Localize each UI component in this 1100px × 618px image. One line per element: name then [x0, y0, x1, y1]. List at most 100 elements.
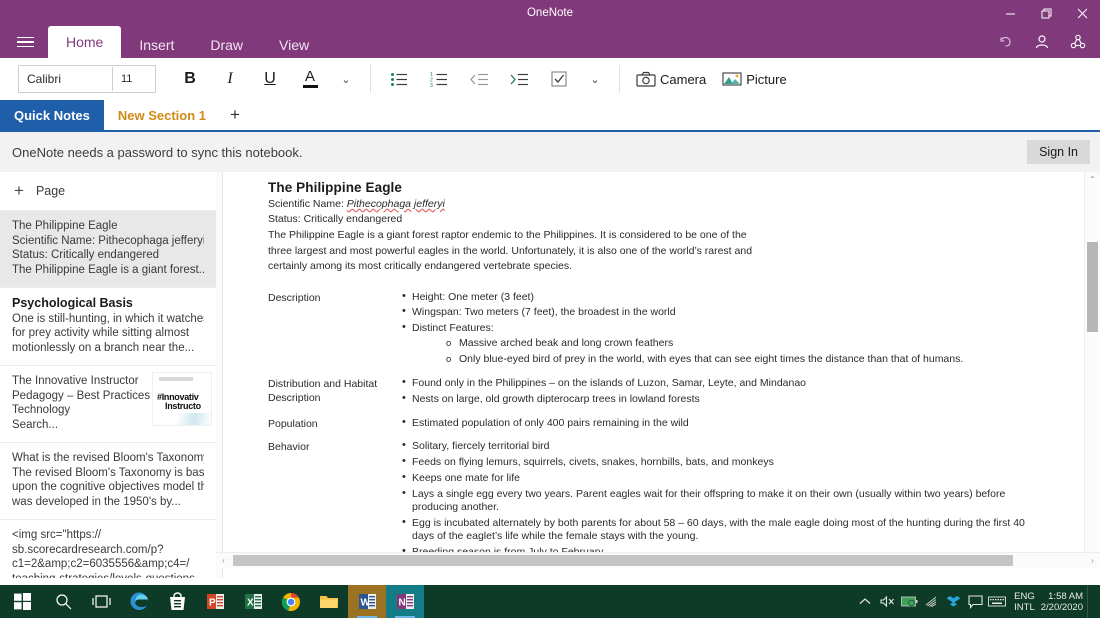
powerpoint-icon[interactable]: P [196, 585, 234, 618]
keyboard-icon[interactable] [986, 585, 1008, 618]
bullet-text: Found only in the Philippines – on the i… [412, 376, 807, 389]
toolbar-divider [370, 65, 371, 93]
page-preview-line: sb.scorecardresearch.com/p? [12, 543, 164, 556]
bullets-button[interactable] [379, 62, 419, 96]
task-view-icon[interactable] [82, 585, 120, 618]
sign-in-button[interactable]: Sign In [1027, 140, 1090, 164]
action-center-icon[interactable] [964, 585, 986, 618]
list-item[interactable]: Psychological Basis One is still-hunting… [0, 288, 216, 366]
horizontal-scroll-thumb[interactable] [233, 555, 1013, 566]
numbering-button[interactable]: 1 2 3 [419, 62, 459, 96]
bold-button[interactable]: B [170, 62, 210, 96]
ribbon-right-tools [988, 26, 1096, 58]
page-preview-line: for prey activity while sitting almost [12, 327, 190, 339]
section-content: Found only in the Philippines – on the i… [386, 376, 1048, 409]
note-canvas[interactable]: The Philippine Eagle Scientific Name: Pi… [223, 172, 1085, 568]
scroll-left-arrow-icon[interactable]: ‹ [216, 553, 231, 568]
todo-checkbox-button[interactable] [539, 62, 579, 96]
ribbon-tab-bar: Home Insert Draw View [0, 26, 1100, 58]
decrease-indent-button[interactable] [459, 62, 499, 96]
language-line-2: INTL [1014, 601, 1035, 613]
list-item[interactable]: <img src="https:// sb.scorecardresearch.… [0, 520, 216, 578]
section-tab-new-section-1[interactable]: New Section 1 [104, 100, 220, 130]
excel-icon[interactable]: X [234, 585, 272, 618]
list-item[interactable]: #Innovativ Instructo BX The Innovative I… [0, 366, 216, 443]
scroll-right-arrow-icon[interactable]: › [1085, 553, 1100, 568]
section-label: Distribution and Habitat Description [268, 377, 378, 405]
vertical-scroll-thumb[interactable] [1087, 242, 1098, 332]
section-tab-quick-notes[interactable]: Quick Notes [0, 100, 104, 130]
sidebar-splitter[interactable] [216, 172, 223, 578]
status-line: Status: Critically endangered [268, 212, 403, 225]
horizontal-scrollbar[interactable]: ‹ › [216, 552, 1100, 568]
tab-draw[interactable]: Draw [192, 32, 261, 58]
account-icon[interactable] [1024, 26, 1060, 58]
title-bar: OneNote [0, 0, 1100, 26]
wifi-icon[interactable] [920, 585, 942, 618]
menu-icon[interactable] [10, 26, 40, 58]
show-hidden-icons-chevron-up-icon[interactable] [854, 585, 876, 618]
dropbox-icon[interactable] [942, 585, 964, 618]
camera-button[interactable]: Camera [628, 62, 714, 96]
underline-button[interactable]: U [250, 62, 290, 96]
store-icon[interactable] [158, 585, 196, 618]
tags-chevron-down-icon[interactable]: ⌄ [579, 62, 611, 96]
font-more-chevron-down-icon[interactable]: ⌄ [330, 62, 362, 96]
sub-bullet-list: Massive arched beak and long crown feath… [412, 337, 1048, 366]
start-button[interactable] [0, 585, 44, 618]
vertical-scrollbar[interactable]: ⌃ ⌄ [1084, 172, 1100, 568]
minimize-button[interactable] [992, 0, 1028, 26]
bullet-list: Solitary, fiercely territorial bird Feed… [386, 439, 1048, 568]
edge-icon[interactable] [120, 585, 158, 618]
list-item: Only blue-eyed bird of prey in the world… [446, 353, 1048, 367]
chrome-icon[interactable] [272, 585, 310, 618]
add-section-button[interactable]: + [220, 100, 250, 130]
page-preview-line: upon the cognitive objectives model that [12, 481, 204, 493]
list-item[interactable]: The Philippine Eagle Scientific Name: Pi… [0, 211, 216, 288]
show-desktop-button[interactable] [1087, 585, 1094, 618]
scroll-up-arrow-icon[interactable]: ⌃ [1085, 172, 1100, 187]
font-color-button[interactable]: A [290, 62, 330, 96]
volume-muted-icon[interactable] [876, 585, 898, 618]
bullet-text: Height: One meter (3 feet) [412, 290, 534, 303]
undo-icon[interactable] [988, 26, 1024, 58]
share-icon[interactable] [1060, 26, 1096, 58]
clock[interactable]: 1:58 AM 2/20/2020 [1041, 585, 1083, 618]
page-preview-line: c1=2&amp;c2=6035556&amp;c4=/ [12, 558, 190, 570]
tab-home[interactable]: Home [48, 26, 122, 58]
note-body[interactable]: The Philippine Eagle Scientific Name: Pi… [268, 180, 1048, 568]
onenote-window: OneNote Home Insert Draw View Calibri 11… [0, 0, 1100, 618]
page-preview-line: The Philippine Eagle [12, 220, 118, 232]
page-preview-line: <img src="https:// [12, 529, 102, 541]
word-icon[interactable]: W [348, 585, 386, 618]
italic-button[interactable]: I [210, 62, 250, 96]
list-item[interactable]: What is the revised Bloom's Taxonomy? Th… [0, 443, 216, 520]
section-content: Solitary, fiercely territorial bird Feed… [386, 439, 1048, 568]
picture-button[interactable]: Picture [714, 62, 794, 96]
file-explorer-icon[interactable] [310, 585, 348, 618]
maximize-restore-button[interactable] [1028, 0, 1064, 26]
scientific-name-line: Scientific Name: Pithecophaga jefferyi [268, 197, 1048, 212]
battery-icon[interactable] [898, 585, 920, 618]
svg-text:X: X [247, 598, 254, 609]
language-indicator[interactable]: ENG INTL [1014, 585, 1035, 618]
tab-view[interactable]: View [261, 32, 327, 58]
bullet-list: Height: One meter (3 feet) Wingspan: Two… [386, 289, 1048, 366]
bullet-text: Estimated population of only 400 pairs r… [412, 416, 689, 429]
add-page-button[interactable]: + Page [0, 172, 216, 211]
font-name-input[interactable]: Calibri [19, 67, 113, 91]
list-item: Massive arched beak and long crown feath… [446, 337, 1048, 351]
increase-indent-button[interactable] [499, 62, 539, 96]
picture-label: Picture [746, 71, 787, 87]
tab-insert[interactable]: Insert [121, 32, 192, 58]
page-title: Psychological Basis [12, 296, 133, 310]
onenote-icon[interactable]: N [386, 585, 424, 618]
section-content: Estimated population of only 400 pairs r… [386, 416, 1048, 433]
language-line-1: ENG [1014, 590, 1035, 602]
list-item: Nests on large, old growth dipterocarp t… [402, 392, 1048, 406]
font-size-input[interactable]: 11 [113, 67, 155, 91]
search-icon[interactable] [44, 585, 82, 618]
close-button[interactable] [1064, 0, 1100, 26]
section-tab-bar: Quick Notes New Section 1 + [0, 100, 1100, 132]
page-list-sidebar[interactable]: + Page The Philippine Eagle Scientific N… [0, 172, 217, 578]
